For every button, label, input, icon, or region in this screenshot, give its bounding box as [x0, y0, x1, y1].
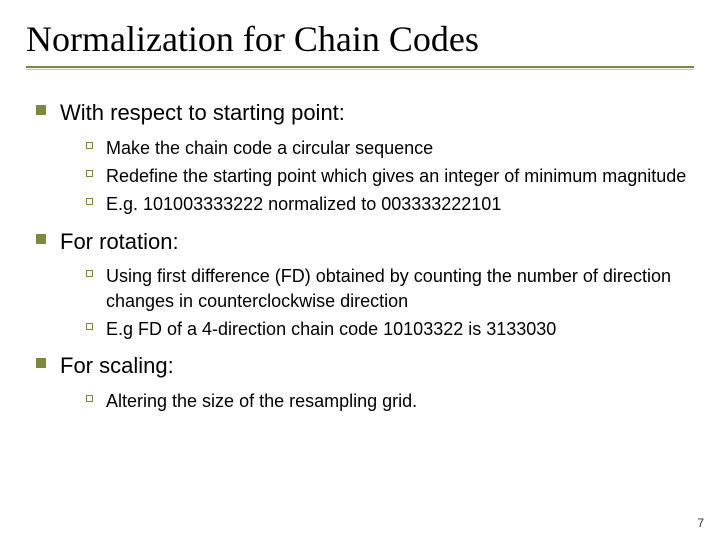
- title-underline: [26, 66, 694, 70]
- square-bullet-icon: [36, 358, 46, 368]
- list-item: Redefine the starting point which gives …: [80, 164, 694, 188]
- list-item-text: With respect to starting point:: [60, 98, 694, 128]
- list-item-text: E.g FD of a 4-direction chain code 10103…: [106, 317, 694, 341]
- list-item-text: Redefine the starting point which gives …: [106, 164, 694, 188]
- list-item-text: Using first difference (FD) obtained by …: [106, 264, 694, 313]
- sub-list: Make the chain code a circular sequence …: [60, 136, 694, 217]
- square-outline-bullet-icon: [86, 142, 93, 149]
- list-item: For rotation: Using first difference (FD…: [30, 227, 694, 342]
- list-item: Altering the size of the resampling grid…: [80, 389, 694, 413]
- list-item-text: E.g. 101003333222 normalized to 00333322…: [106, 192, 694, 216]
- square-outline-bullet-icon: [86, 395, 93, 402]
- square-outline-bullet-icon: [86, 198, 93, 205]
- sub-list: Using first difference (FD) obtained by …: [60, 264, 694, 341]
- bullet-list: With respect to starting point: Make the…: [26, 98, 694, 413]
- list-item-text: For rotation:: [60, 227, 694, 257]
- list-item: E.g FD of a 4-direction chain code 10103…: [80, 317, 694, 341]
- slide-title: Normalization for Chain Codes: [26, 18, 694, 60]
- square-bullet-icon: [36, 234, 46, 244]
- square-outline-bullet-icon: [86, 170, 93, 177]
- list-item: E.g. 101003333222 normalized to 00333322…: [80, 192, 694, 216]
- list-item-text: Make the chain code a circular sequence: [106, 136, 694, 160]
- list-item: Make the chain code a circular sequence: [80, 136, 694, 160]
- square-outline-bullet-icon: [86, 270, 93, 277]
- square-bullet-icon: [36, 105, 46, 115]
- list-item: Using first difference (FD) obtained by …: [80, 264, 694, 313]
- page-number: 7: [697, 516, 704, 530]
- list-item: With respect to starting point: Make the…: [30, 98, 694, 217]
- list-item-text: For scaling:: [60, 351, 694, 381]
- list-item: For scaling: Altering the size of the re…: [30, 351, 694, 413]
- square-outline-bullet-icon: [86, 323, 93, 330]
- sub-list: Altering the size of the resampling grid…: [60, 389, 694, 413]
- list-item-text: Altering the size of the resampling grid…: [106, 389, 694, 413]
